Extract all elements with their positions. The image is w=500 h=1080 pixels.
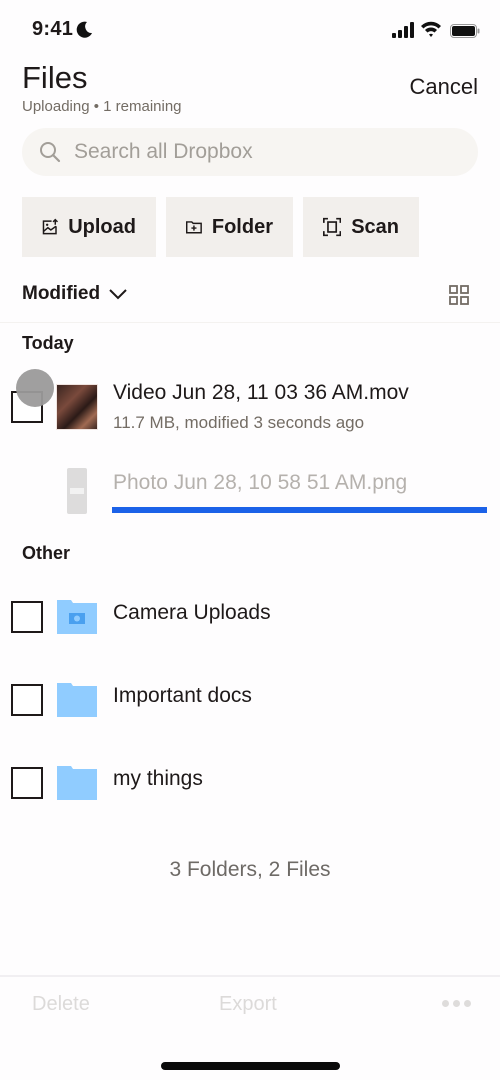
file-name: Video Jun 28, 11 03 36 AM.mov bbox=[113, 381, 409, 404]
upload-photo-icon bbox=[42, 218, 59, 235]
scan-button[interactable]: Scan bbox=[303, 197, 419, 257]
folder-icon bbox=[57, 683, 97, 717]
item-count: 3 Folders, 2 Files bbox=[169, 858, 331, 881]
file-meta: 11.7 MB, modified 3 seconds ago bbox=[113, 413, 365, 432]
upload-button-label: Upload bbox=[68, 215, 136, 238]
page-title: Files bbox=[22, 60, 88, 95]
sort-label: Modified bbox=[22, 283, 101, 304]
camera-folder-icon bbox=[57, 600, 97, 634]
folder-icon bbox=[57, 766, 97, 800]
search-input[interactable] bbox=[74, 140, 454, 164]
moon-icon bbox=[76, 21, 92, 38]
new-folder-button-label: Folder bbox=[211, 215, 273, 238]
search-bar[interactable] bbox=[22, 128, 478, 176]
row-checkbox[interactable] bbox=[11, 601, 43, 633]
video-thumbnail bbox=[56, 384, 98, 430]
section-header-today: Today bbox=[22, 333, 74, 353]
file-name: Photo Jun 28, 10 58 51 AM.png bbox=[113, 471, 408, 494]
upload-progress-bar bbox=[112, 507, 487, 513]
wifi-icon bbox=[421, 21, 441, 37]
row-checkbox[interactable] bbox=[11, 684, 43, 716]
signal-icon bbox=[392, 22, 414, 38]
scan-icon bbox=[323, 217, 342, 237]
action-buttons: Upload Folder Scan bbox=[22, 197, 419, 257]
file-row-photo-uploading[interactable]: Photo Jun 28, 10 58 51 AM.png bbox=[0, 460, 500, 530]
more-icon[interactable] bbox=[442, 1000, 472, 1008]
status-time: 9:41 bbox=[32, 18, 74, 40]
new-folder-button[interactable]: Folder bbox=[166, 197, 293, 257]
divider bbox=[0, 322, 500, 323]
folder-row-camera-uploads[interactable]: Camera Uploads bbox=[0, 580, 500, 650]
folder-name: Important docs bbox=[113, 684, 252, 707]
export-button[interactable]: Export bbox=[219, 993, 277, 1016]
folder-name: my things bbox=[113, 767, 203, 790]
section-header-other: Other bbox=[22, 543, 71, 563]
file-row-video[interactable]: Video Jun 28, 11 03 36 AM.mov 11.7 MB, m… bbox=[0, 370, 500, 440]
folder-row-important-docs[interactable]: Important docs bbox=[0, 663, 500, 733]
sort-dropdown[interactable]: Modified bbox=[22, 283, 128, 305]
touch-indicator bbox=[16, 369, 54, 407]
battery-icon bbox=[450, 24, 480, 38]
folder-name: Camera Uploads bbox=[113, 601, 271, 624]
row-checkbox[interactable] bbox=[11, 767, 43, 799]
photo-placeholder-icon bbox=[67, 468, 87, 514]
new-folder-icon bbox=[186, 221, 202, 234]
search-icon bbox=[40, 142, 61, 163]
upload-progress-fill bbox=[112, 507, 487, 513]
folder-row-my-things[interactable]: my things bbox=[0, 746, 500, 816]
upload-status-text: Uploading • 1 remaining bbox=[22, 98, 182, 115]
delete-button[interactable]: Delete bbox=[32, 993, 90, 1016]
home-indicator bbox=[161, 1062, 340, 1070]
upload-button[interactable]: Upload bbox=[22, 197, 156, 257]
chevron-down-icon bbox=[109, 289, 127, 300]
grid-view-icon[interactable] bbox=[449, 285, 469, 305]
scan-button-label: Scan bbox=[351, 215, 399, 238]
cancel-button[interactable]: Cancel bbox=[410, 74, 478, 100]
divider bbox=[0, 975, 500, 977]
status-bar: 9:41 bbox=[0, 0, 500, 60]
